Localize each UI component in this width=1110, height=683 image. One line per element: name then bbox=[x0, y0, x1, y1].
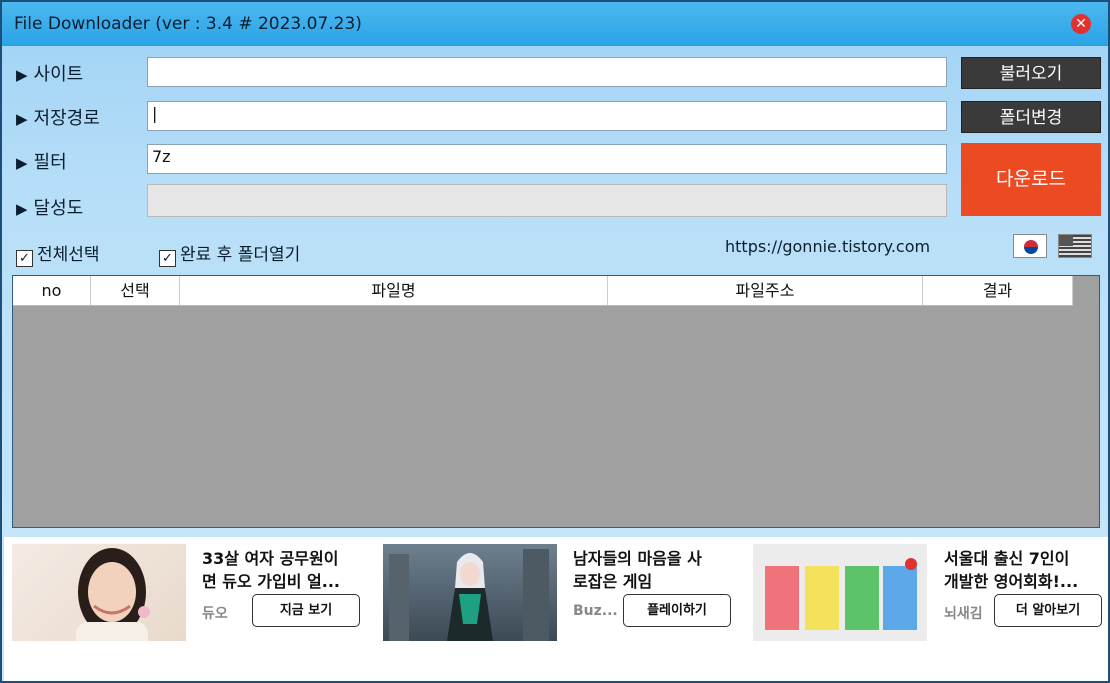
ad-title-line: 남자들의 마음을 사 bbox=[573, 549, 702, 568]
arrow-icon: ▶ bbox=[16, 200, 28, 218]
filter-label: ▶ 필터 bbox=[16, 148, 67, 174]
load-button[interactable]: 불러오기 bbox=[961, 57, 1101, 89]
progress-bar bbox=[147, 184, 947, 217]
flag-canton bbox=[1059, 235, 1073, 246]
site-input[interactable] bbox=[147, 57, 947, 87]
select-all-checkbox[interactable]: ✓ 전체선택 bbox=[16, 240, 100, 267]
ad-cta-button[interactable]: 더 알아보기 bbox=[994, 594, 1102, 627]
ad-title-line: 면 듀오 가입비 얼... bbox=[202, 572, 340, 591]
arrow-icon: ▶ bbox=[16, 110, 28, 128]
title-bar[interactable]: File Downloader (ver : 3.4 # 2023.07.23)… bbox=[2, 2, 1108, 46]
window-title: File Downloader (ver : 3.4 # 2023.07.23) bbox=[14, 14, 362, 34]
change-folder-button[interactable]: 폴더변경 bbox=[961, 101, 1101, 133]
checkbox-check-icon: ✓ bbox=[159, 250, 176, 267]
open-folder-text: 완료 후 폴더열기 bbox=[180, 245, 301, 265]
checkbox-check-icon: ✓ bbox=[16, 250, 33, 267]
path-label-text: 저장경로 bbox=[33, 108, 100, 129]
korean-flag-icon[interactable] bbox=[1013, 234, 1047, 258]
column-no[interactable]: no bbox=[13, 276, 91, 305]
column-select[interactable]: 선택 bbox=[91, 276, 180, 305]
site-label-text: 사이트 bbox=[33, 64, 84, 85]
arrow-icon: ▶ bbox=[16, 154, 28, 172]
ad-image[interactable] bbox=[383, 544, 557, 641]
column-fileurl[interactable]: 파일주소 bbox=[608, 276, 923, 305]
ad-title-line: 서울대 출신 7인이 bbox=[944, 549, 1070, 568]
ad-title-line: 개발한 영어회화!... bbox=[944, 572, 1079, 591]
site-label: ▶ 사이트 bbox=[16, 60, 83, 86]
taegeuk-icon bbox=[1024, 240, 1038, 254]
ad-title-line: 로잡은 게임 bbox=[573, 572, 653, 591]
ad-cta-button[interactable]: 플레이하기 bbox=[623, 594, 731, 627]
ad-title-line: 33살 여자 공무원이 bbox=[202, 549, 339, 568]
table-header: no 선택 파일명 파일주소 결과 bbox=[13, 276, 1073, 306]
arrow-icon: ▶ bbox=[16, 66, 28, 84]
select-all-text: 전체선택 bbox=[37, 245, 100, 265]
ad-title[interactable]: 33살 여자 공무원이 면 듀오 가입비 얼... bbox=[202, 547, 367, 593]
ad-title[interactable]: 서울대 출신 7인이 개발한 영어회화!... bbox=[944, 547, 1109, 593]
ad-image[interactable] bbox=[12, 544, 186, 641]
progress-label-text: 달성도 bbox=[33, 198, 84, 219]
ad-title[interactable]: 남자들의 마음을 사 로잡은 게임 bbox=[573, 547, 738, 593]
close-icon[interactable]: ✕ bbox=[1071, 14, 1091, 34]
path-label: ▶ 저장경로 bbox=[16, 104, 100, 130]
download-button[interactable]: 다운로드 bbox=[961, 143, 1101, 216]
main-window: File Downloader (ver : 3.4 # 2023.07.23)… bbox=[0, 0, 1110, 683]
save-path-input[interactable]: | bbox=[147, 101, 947, 131]
ad-source: 듀오 bbox=[202, 606, 228, 622]
file-table[interactable]: no 선택 파일명 파일주소 결과 bbox=[12, 275, 1100, 528]
progress-label: ▶ 달성도 bbox=[16, 194, 83, 220]
ad-image[interactable] bbox=[753, 544, 927, 641]
column-filename[interactable]: 파일명 bbox=[180, 276, 608, 305]
ad-cta-button[interactable]: 지금 보기 bbox=[252, 594, 360, 627]
open-folder-checkbox[interactable]: ✓ 완료 후 폴더열기 bbox=[159, 240, 300, 267]
filter-label-text: 필터 bbox=[33, 152, 67, 173]
column-result[interactable]: 결과 bbox=[923, 276, 1073, 305]
ad-banner: 33살 여자 공무원이 면 듀오 가입비 얼... 듀오 지금 보기 남자들의 … bbox=[4, 537, 1108, 681]
filter-input[interactable]: 7z bbox=[147, 144, 947, 174]
ad-source: 뇌새김 bbox=[944, 606, 983, 622]
ad-source: Buz... bbox=[573, 603, 618, 619]
us-flag-icon[interactable] bbox=[1058, 234, 1092, 258]
site-link[interactable]: https://gonnie.tistory.com bbox=[725, 237, 930, 256]
